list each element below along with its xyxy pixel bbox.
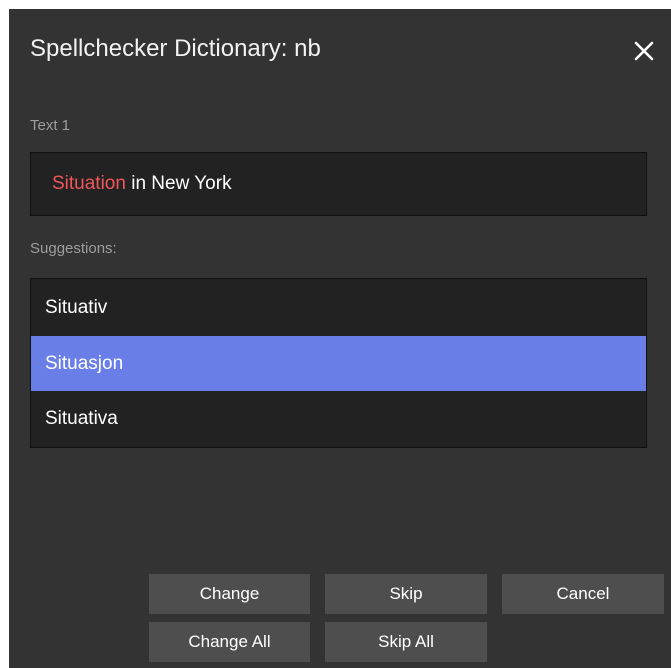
spellchecker-dialog: Spellchecker Dictionary: nb Text 1 Situa… [9, 9, 671, 668]
suggestions-label: Suggestions: [30, 240, 117, 257]
close-icon [634, 41, 654, 61]
dialog-title: Spellchecker Dictionary: nb [30, 35, 321, 62]
misspelled-word: Situation [52, 173, 126, 194]
text-rest: in New York [125, 173, 232, 194]
close-button[interactable] [629, 36, 659, 66]
suggestion-item[interactable]: Situativa [31, 391, 646, 446]
suggestion-item[interactable]: Situativ [31, 279, 646, 336]
text-section-label: Text 1 [30, 117, 71, 134]
skip-button[interactable]: Skip [325, 574, 487, 614]
suggestions-list[interactable]: Situativ Situasjon Situativa [30, 278, 647, 448]
text-preview: Situation in New York [30, 152, 647, 216]
change-all-button[interactable]: Change All [149, 622, 310, 662]
suggestion-item-selected[interactable]: Situasjon [31, 336, 646, 391]
skip-all-button[interactable]: Skip All [325, 622, 487, 662]
cancel-button[interactable]: Cancel [502, 574, 664, 614]
change-button[interactable]: Change [149, 574, 310, 614]
